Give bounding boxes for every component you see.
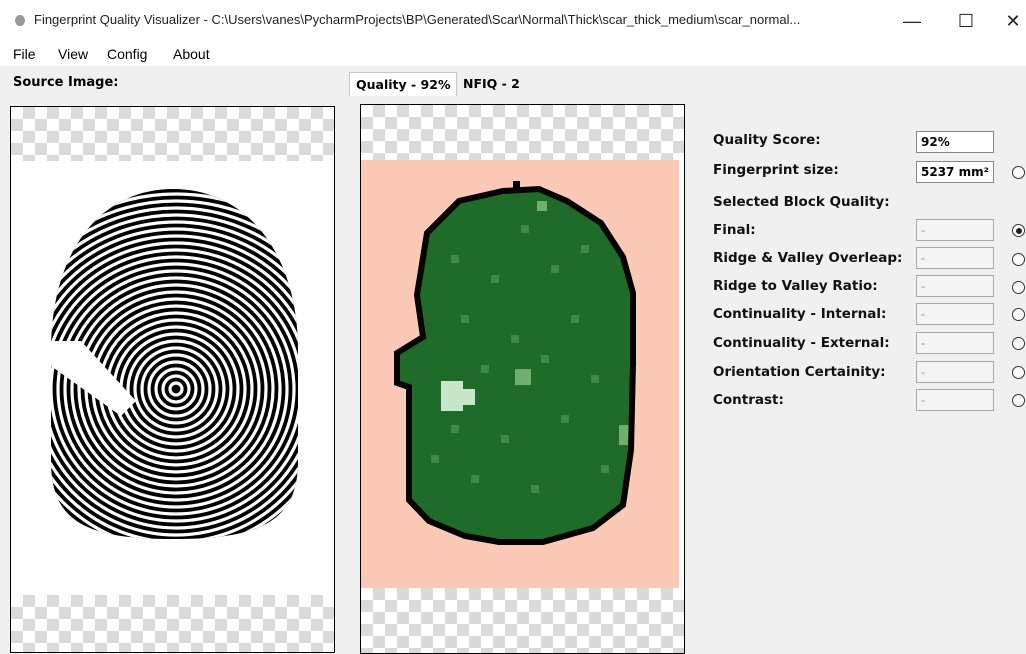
quality-score-field: 92% [916, 131, 994, 153]
tab-quality[interactable]: Quality - 92% [349, 72, 457, 96]
metric-contrast-label: Contrast: [713, 392, 784, 408]
metric-ridge-valley-ratio-field: - [916, 275, 994, 297]
fingerprint-size-label: Fingerprint size: [713, 162, 839, 178]
quality-map-panel[interactable] [360, 104, 685, 654]
metric-contrast-radio[interactable] [1012, 394, 1025, 407]
maximize-icon[interactable]: ☐ [943, 5, 989, 37]
fingerprint-size-radio[interactable] [1012, 166, 1025, 179]
metric-orientation-certainity-field: - [916, 361, 994, 383]
transparency-checker-bottom [11, 595, 334, 652]
metric-ridge-valley-overleap-radio[interactable] [1012, 253, 1025, 266]
source-image-panel[interactable] [10, 106, 335, 653]
title-bar: Fingerprint Quality Visualizer - C:\User… [0, 0, 1026, 42]
fingerprint-image [51, 189, 298, 539]
minimize-icon[interactable]: — [889, 5, 935, 37]
menu-config[interactable]: Config [107, 46, 147, 62]
menu-about[interactable]: About [173, 46, 210, 62]
metric-continuality-external-field: - [916, 332, 994, 354]
transparency-checker-top [11, 107, 334, 161]
metric-continuality-internal-label: Continuality - Internal: [713, 306, 887, 322]
metric-ridge-valley-ratio-radio[interactable] [1012, 281, 1025, 294]
metric-orientation-certainity-radio[interactable] [1012, 366, 1025, 379]
menu-file[interactable]: File [13, 46, 36, 62]
tab-nfiq[interactable]: NFIQ - 2 [457, 72, 533, 96]
metric-final-field: - [916, 219, 994, 241]
fingerprint-size-field: 5237 mm² [916, 161, 994, 183]
selected-block-quality-label: Selected Block Quality: [713, 194, 890, 210]
metric-continuality-internal-field: - [916, 303, 994, 325]
metric-continuality-external-label: Continuality - External: [713, 335, 890, 351]
metric-continuality-external-radio[interactable] [1012, 337, 1025, 350]
metric-final-radio[interactable] [1012, 224, 1025, 237]
fingerprint-app-icon [15, 15, 25, 26]
metric-ridge-valley-overleap-field: - [916, 247, 994, 269]
menu-bar: File View Config About [0, 42, 1026, 66]
metric-contrast-field: - [916, 389, 994, 411]
quality-score-label: Quality Score: [713, 132, 821, 148]
close-icon[interactable]: ✕ [990, 5, 1026, 37]
metric-orientation-certainity-label: Orientation Certainity: [713, 364, 886, 380]
source-image-label: Source Image: [13, 75, 119, 90]
metric-ridge-valley-overleap-label: Ridge & Valley Overleap: [713, 250, 903, 266]
metric-ridge-valley-ratio-label: Ridge to Valley Ratio: [713, 278, 878, 294]
metric-final-label: Final: [713, 222, 756, 238]
menu-view[interactable]: View [58, 46, 88, 62]
metric-continuality-internal-radio[interactable] [1012, 308, 1025, 321]
quality-block-map [394, 181, 636, 545]
window-title: Fingerprint Quality Visualizer - C:\User… [34, 12, 801, 27]
